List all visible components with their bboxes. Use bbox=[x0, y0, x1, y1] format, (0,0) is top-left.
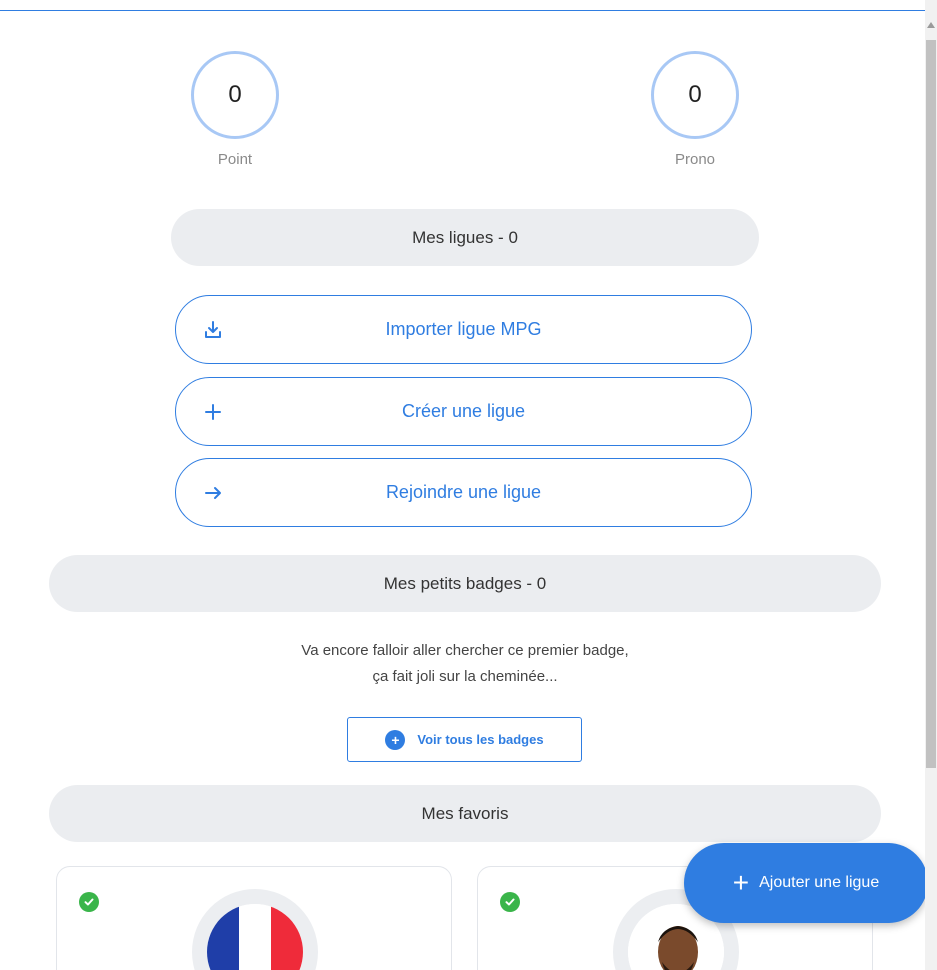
join-league-label: Rejoindre une ligue bbox=[385, 482, 542, 502]
plus-icon bbox=[202, 401, 224, 423]
points-label: Point bbox=[217, 151, 253, 168]
badges-empty-message: Va encore falloir aller chercher ce prem… bbox=[160, 638, 770, 690]
join-league-button[interactable]: Rejoindre une ligue bbox=[175, 458, 752, 527]
points-stat: 0 Point bbox=[188, 51, 282, 168]
leagues-header: Mes ligues - 0 bbox=[171, 209, 759, 266]
import-league-button[interactable]: Importer ligue MPG bbox=[175, 295, 752, 364]
arrow-right-icon bbox=[202, 482, 224, 504]
plus-circle-icon: + bbox=[385, 729, 406, 750]
create-league-button[interactable]: Créer une ligue bbox=[175, 377, 752, 446]
points-value: 0 bbox=[191, 51, 279, 139]
pronos-stat: 0 Prono bbox=[648, 51, 742, 168]
see-all-badges-label: Voir tous les badges bbox=[417, 732, 544, 747]
page: 0 Point 0 Prono Mes ligues - 0 Importer … bbox=[0, 0, 937, 970]
check-icon bbox=[79, 892, 99, 912]
check-icon bbox=[500, 892, 520, 912]
badges-empty-line-1: Va encore falloir aller chercher ce prem… bbox=[301, 642, 629, 659]
top-divider bbox=[0, 10, 925, 11]
add-league-fab-label: Ajouter une ligue bbox=[759, 874, 880, 891]
scroll-up-arrow-icon[interactable] bbox=[927, 22, 935, 28]
download-icon bbox=[202, 319, 224, 341]
pronos-label: Prono bbox=[674, 151, 716, 168]
badges-empty-line-2: ça fait joli sur la cheminée... bbox=[372, 668, 558, 685]
france-flag-icon bbox=[207, 904, 303, 970]
see-all-badges-button[interactable]: + Voir tous les badges bbox=[347, 717, 582, 762]
plus-icon: + bbox=[732, 867, 750, 898]
add-league-fab[interactable]: + Ajouter une ligue bbox=[684, 843, 928, 923]
create-league-label: Créer une ligue bbox=[401, 401, 526, 421]
badges-header: Mes petits badges - 0 bbox=[49, 555, 881, 612]
favorite-card-france[interactable] bbox=[56, 866, 452, 970]
pronos-value: 0 bbox=[651, 51, 739, 139]
import-league-label: Importer ligue MPG bbox=[385, 319, 542, 339]
scrollbar-thumb[interactable] bbox=[926, 40, 936, 768]
vertical-scrollbar[interactable] bbox=[925, 0, 937, 970]
favorites-header: Mes favoris bbox=[49, 785, 881, 842]
avatar-ring bbox=[192, 889, 318, 970]
